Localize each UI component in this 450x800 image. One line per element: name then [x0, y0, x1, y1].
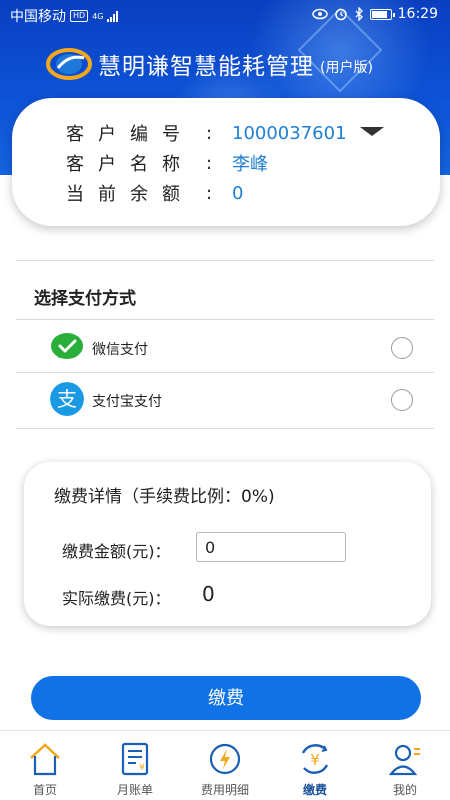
nav-fee-details[interactable]: 费用明细 [180, 731, 270, 800]
customer-name-label: 客户名称 [66, 154, 194, 175]
details-title: 缴费详情（手续费比例：0%) [54, 487, 275, 507]
customer-name-value: 李峰 [232, 154, 268, 175]
nav-fee-details-label: 费用明细 [200, 783, 249, 797]
yuan-icon: ¥ [301, 744, 329, 774]
divider [16, 260, 434, 261]
nav-mine-label: 我的 [392, 783, 417, 797]
status-bar: 中国移动 HD 4G 16:29 [0, 0, 450, 30]
nav-monthly-bill[interactable]: ¥ 月账单 [90, 731, 180, 800]
alipay-radio[interactable] [391, 389, 413, 411]
customer-id-row: 客户编号 : 1000037601 [66, 120, 347, 146]
user-icon [388, 744, 420, 776]
alipay-icon: 支 [50, 382, 84, 416]
customer-id-value: 1000037601 [232, 122, 347, 144]
alipay-label: 支付宝支付 [92, 394, 162, 410]
colon: : [206, 182, 213, 204]
actual-amount-value: 0 [202, 582, 215, 606]
svg-text:¥: ¥ [139, 763, 145, 773]
customer-info-card: 客户编号 : 1000037601 客户名称 : 李峰 当前余额 : 0 [12, 98, 440, 226]
wechat-icon [51, 333, 83, 359]
actual-amount-label: 实际缴费(元)： [62, 589, 171, 608]
wechat-radio[interactable] [391, 337, 413, 359]
nav-pay-label: 缴费 [302, 783, 327, 797]
bluetooth-icon [355, 7, 363, 21]
app-subtitle: (用户版) [320, 60, 373, 76]
carrier-label: 中国移动 [10, 9, 66, 25]
nav-home[interactable]: 首页 [0, 731, 90, 800]
home-icon [30, 743, 60, 776]
alarm-icon [334, 8, 347, 21]
customer-name-row: 客户名称 : 李峰 [66, 150, 268, 176]
payment-option-alipay[interactable]: 支 支付宝支付 [0, 374, 450, 424]
lightning-icon [209, 743, 241, 775]
amount-input[interactable] [196, 532, 346, 562]
signal-icon [107, 10, 119, 22]
svg-text:支: 支 [57, 387, 77, 411]
customer-id-label: 客户编号 [66, 124, 194, 145]
colon: : [206, 122, 213, 144]
divider [16, 428, 434, 429]
bill-icon: ¥ [121, 742, 149, 776]
hd-badge: HD [70, 10, 89, 22]
app-title-bar: 慧明谦智慧能耗管理 (用户版) [46, 44, 373, 84]
divider [16, 372, 434, 373]
bottom-nav: 首页 ¥ 月账单 费用明细 ¥ 缴费 我的 [0, 730, 450, 800]
network-type: 4G [92, 11, 104, 21]
svg-text:¥: ¥ [310, 751, 320, 769]
nav-home-label: 首页 [32, 783, 57, 797]
payment-method-title: 选择支付方式 [34, 289, 136, 309]
wechat-pay-label: 微信支付 [92, 342, 148, 358]
eye-icon [311, 8, 328, 20]
payment-details-card: 缴费详情（手续费比例：0%) 缴费金额(元)： 实际缴费(元)： 0 [24, 462, 431, 626]
app-title: 慧明谦智慧能耗管理 [98, 54, 314, 80]
brand-logo-icon [46, 48, 92, 80]
balance-row: 当前余额 : 0 [66, 180, 243, 206]
pay-button[interactable]: 缴费 [31, 676, 421, 720]
nav-monthly-bill-label: 月账单 [116, 783, 153, 797]
customer-dropdown-icon[interactable] [360, 127, 384, 136]
balance-value: 0 [232, 182, 244, 204]
nav-mine[interactable]: 我的 [360, 731, 450, 800]
battery-icon [369, 8, 395, 20]
nav-pay[interactable]: ¥ 缴费 [270, 731, 360, 800]
colon: : [206, 152, 213, 174]
payment-option-wechat[interactable]: 微信支付 [0, 322, 450, 372]
amount-label: 缴费金额(元)： [62, 542, 171, 561]
clock-time: 16:29 [397, 6, 438, 22]
divider [16, 319, 434, 320]
balance-label: 当前余额 [66, 184, 194, 205]
